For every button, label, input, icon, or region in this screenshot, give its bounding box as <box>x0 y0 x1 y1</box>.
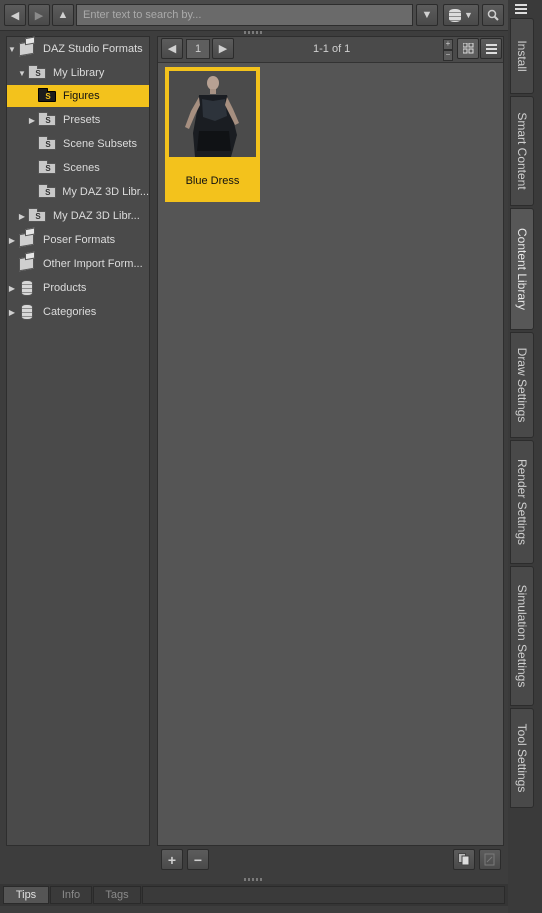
side-tab-bar: Install Smart Content Content Library Dr… <box>508 0 542 913</box>
tab-draw-settings[interactable]: Draw Settings <box>510 332 534 438</box>
tab-info[interactable]: Info <box>50 886 92 904</box>
folder-icon: S <box>37 136 59 152</box>
tree-item-presets[interactable]: ▶ S Presets <box>27 109 149 131</box>
result-count: 1-1 of 1 <box>313 43 351 55</box>
search-filter-button[interactable]: ▼ <box>416 4 438 26</box>
splitter-handle-bottom[interactable] <box>244 878 264 881</box>
add-button[interactable]: + <box>161 849 183 870</box>
library-folder-icon: S <box>37 184 58 200</box>
database-menu-button[interactable]: ▼ <box>443 4 479 26</box>
collapse-arrow-icon[interactable]: ▶ <box>7 284 17 293</box>
database-icon <box>449 8 462 22</box>
folder-icon: S <box>37 88 59 104</box>
minus-icon: − <box>193 851 203 868</box>
asset-tile-blue-dress[interactable]: Blue Dress <box>165 67 260 202</box>
link-button[interactable] <box>479 849 501 870</box>
tab-tags[interactable]: Tags <box>93 886 141 904</box>
chevron-down-icon: ▼ <box>464 10 473 20</box>
bottom-tab-filler <box>142 886 505 904</box>
expand-arrow-icon[interactable]: ▼ <box>17 69 27 78</box>
tree-item-scenes[interactable]: S Scenes <box>37 157 149 179</box>
plus-icon: + <box>167 851 177 868</box>
package-icon <box>17 40 39 57</box>
arrow-right-icon: ▶ <box>34 9 44 22</box>
figure-thumbnail-image <box>169 71 256 157</box>
content-view: ◀ 1 ▶ 1-1 of 1 + − Blue Dress + − <box>157 36 504 870</box>
tab-tool-settings[interactable]: Tool Settings <box>510 708 534 808</box>
database-icon <box>17 280 39 296</box>
category-tree: ▼ DAZ Studio Formats ▼ S My Library S Fi… <box>6 36 150 846</box>
folder-icon: S <box>37 160 59 176</box>
search-button[interactable] <box>482 4 504 26</box>
up-button[interactable]: ▲ <box>52 4 74 26</box>
tree-item-daz-studio-formats[interactable]: ▼ DAZ Studio Formats <box>7 38 149 60</box>
icon-view-button[interactable] <box>457 38 479 59</box>
zoom-controls: + − <box>443 39 453 61</box>
tab-smart-content[interactable]: Smart Content <box>510 96 534 206</box>
arrow-up-icon: ▲ <box>57 9 69 21</box>
splitter-handle[interactable] <box>244 31 264 34</box>
collapse-arrow-icon[interactable]: ▶ <box>7 236 17 245</box>
pager-bar: ◀ 1 ▶ 1-1 of 1 + − <box>158 37 503 63</box>
tab-tips[interactable]: Tips <box>3 886 49 904</box>
arrow-left-icon: ◀ <box>167 43 177 55</box>
arrow-left-icon: ◀ <box>10 9 20 22</box>
asset-label: Blue Dress <box>185 175 240 187</box>
tree-item-products[interactable]: ▶ Products <box>7 277 149 299</box>
content-footer: + − <box>161 849 501 873</box>
tree-item-my-daz-3d-library[interactable]: S My DAZ 3D Libr... <box>27 181 149 203</box>
folder-icon: S <box>37 112 59 128</box>
tree-item-categories[interactable]: ▶ Categories <box>7 301 149 323</box>
magnifier-icon <box>487 9 499 21</box>
expand-arrow-icon[interactable]: ▼ <box>7 45 17 54</box>
previous-page-button[interactable]: ◀ <box>161 38 183 59</box>
collapse-arrow-icon[interactable]: ▶ <box>7 308 17 317</box>
copy-icon <box>458 853 470 866</box>
collapse-arrow-icon[interactable]: ▶ <box>17 212 27 221</box>
arrow-right-icon: ▶ <box>218 43 228 55</box>
chevron-down-icon: ▼ <box>421 9 433 21</box>
remove-button[interactable]: − <box>187 849 209 870</box>
collapse-arrow-icon[interactable]: ▶ <box>27 116 37 125</box>
link-icon <box>484 853 495 866</box>
database-icon <box>17 304 39 320</box>
list-view-button[interactable] <box>480 38 502 59</box>
content-toolbar: ◀ ▶ ▲ ▼ ▼ <box>0 0 508 31</box>
tree-item-poser-formats[interactable]: ▶ Poser Formats <box>7 229 149 251</box>
grid-view-icon <box>462 43 473 54</box>
asset-thumbnail <box>169 71 256 157</box>
next-page-button[interactable]: ▶ <box>212 38 234 59</box>
library-folder-icon: S <box>27 208 49 224</box>
menu-icon <box>515 4 527 14</box>
tree-item-my-daz-3d-library-2[interactable]: ▶ S My DAZ 3D Libr... <box>17 205 149 227</box>
tree-item-scene-subsets[interactable]: S Scene Subsets <box>37 133 149 155</box>
tab-render-settings[interactable]: Render Settings <box>510 440 534 564</box>
tree-item-other-import-formats[interactable]: Other Import Form... <box>7 253 149 275</box>
forward-button[interactable]: ▶ <box>28 4 50 26</box>
tab-install[interactable]: Install <box>510 18 534 94</box>
tab-content-library[interactable]: Content Library <box>510 208 534 330</box>
tree-item-my-library[interactable]: ▼ S My Library <box>17 62 149 84</box>
back-button[interactable]: ◀ <box>4 4 26 26</box>
tree-item-figures[interactable]: S Figures <box>7 85 149 107</box>
package-icon <box>17 231 39 248</box>
panel-menu-button[interactable] <box>513 2 529 16</box>
package-icon <box>17 255 39 272</box>
list-view-icon <box>485 44 497 54</box>
zoom-out-button[interactable]: − <box>443 50 453 61</box>
zoom-in-button[interactable]: + <box>443 39 453 50</box>
search-input[interactable] <box>76 4 413 26</box>
copy-button[interactable] <box>453 849 475 870</box>
page-number[interactable]: 1 <box>186 39 210 59</box>
tab-simulation-settings[interactable]: Simulation Settings <box>510 566 534 706</box>
library-folder-icon: S <box>27 65 49 81</box>
